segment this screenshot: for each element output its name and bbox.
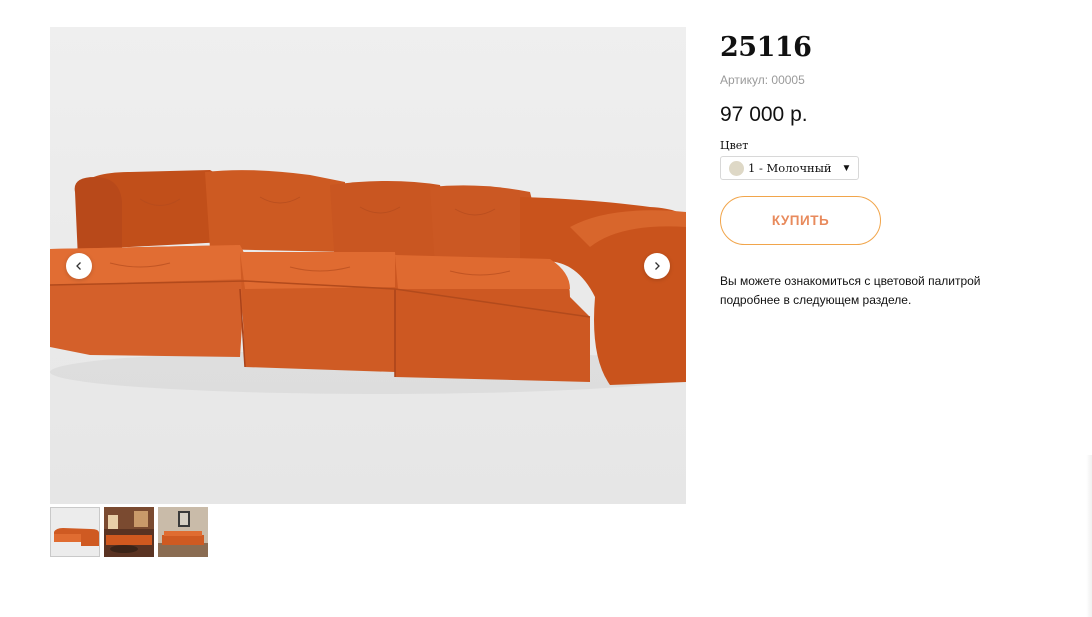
thumbnail-3[interactable] — [158, 507, 208, 557]
gallery-next-button[interactable] — [644, 253, 670, 279]
color-palette-note: Вы можете ознакомиться с цветовой палитр… — [720, 273, 981, 307]
thumbnail-interior-image — [104, 507, 154, 557]
color-label: Цвет — [720, 139, 749, 152]
buy-button[interactable]: КУПИТЬ — [720, 195, 881, 245]
caret-down-icon: ▼ — [841, 162, 852, 174]
chevron-left-icon — [76, 262, 81, 270]
thumbnail-sofa-image — [51, 508, 99, 556]
gallery-prev-button[interactable] — [66, 253, 92, 279]
product-sku: Артикул: 00005 — [720, 73, 805, 87]
product-price: 97 000 р. — [720, 103, 808, 126]
color-select-value: 1 - Молочный — [748, 161, 832, 175]
color-select[interactable]: 1 - Молочный ▼ — [720, 156, 860, 180]
gallery-thumbnails — [50, 507, 208, 557]
thumbnail-1[interactable] — [50, 507, 100, 557]
product-title: 25116 — [720, 32, 812, 63]
page-edge-shadow — [1086, 455, 1092, 617]
color-swatch — [729, 160, 744, 176]
sofa-illustration — [50, 27, 686, 504]
product-info: 25116 Артикул: 00005 97 000 р. Цвет 1 - … — [720, 30, 1060, 310]
thumbnail-room-image — [158, 507, 208, 557]
thumbnail-2[interactable] — [104, 507, 154, 557]
chevron-right-icon — [655, 262, 660, 270]
product-main-image[interactable] — [50, 27, 686, 504]
